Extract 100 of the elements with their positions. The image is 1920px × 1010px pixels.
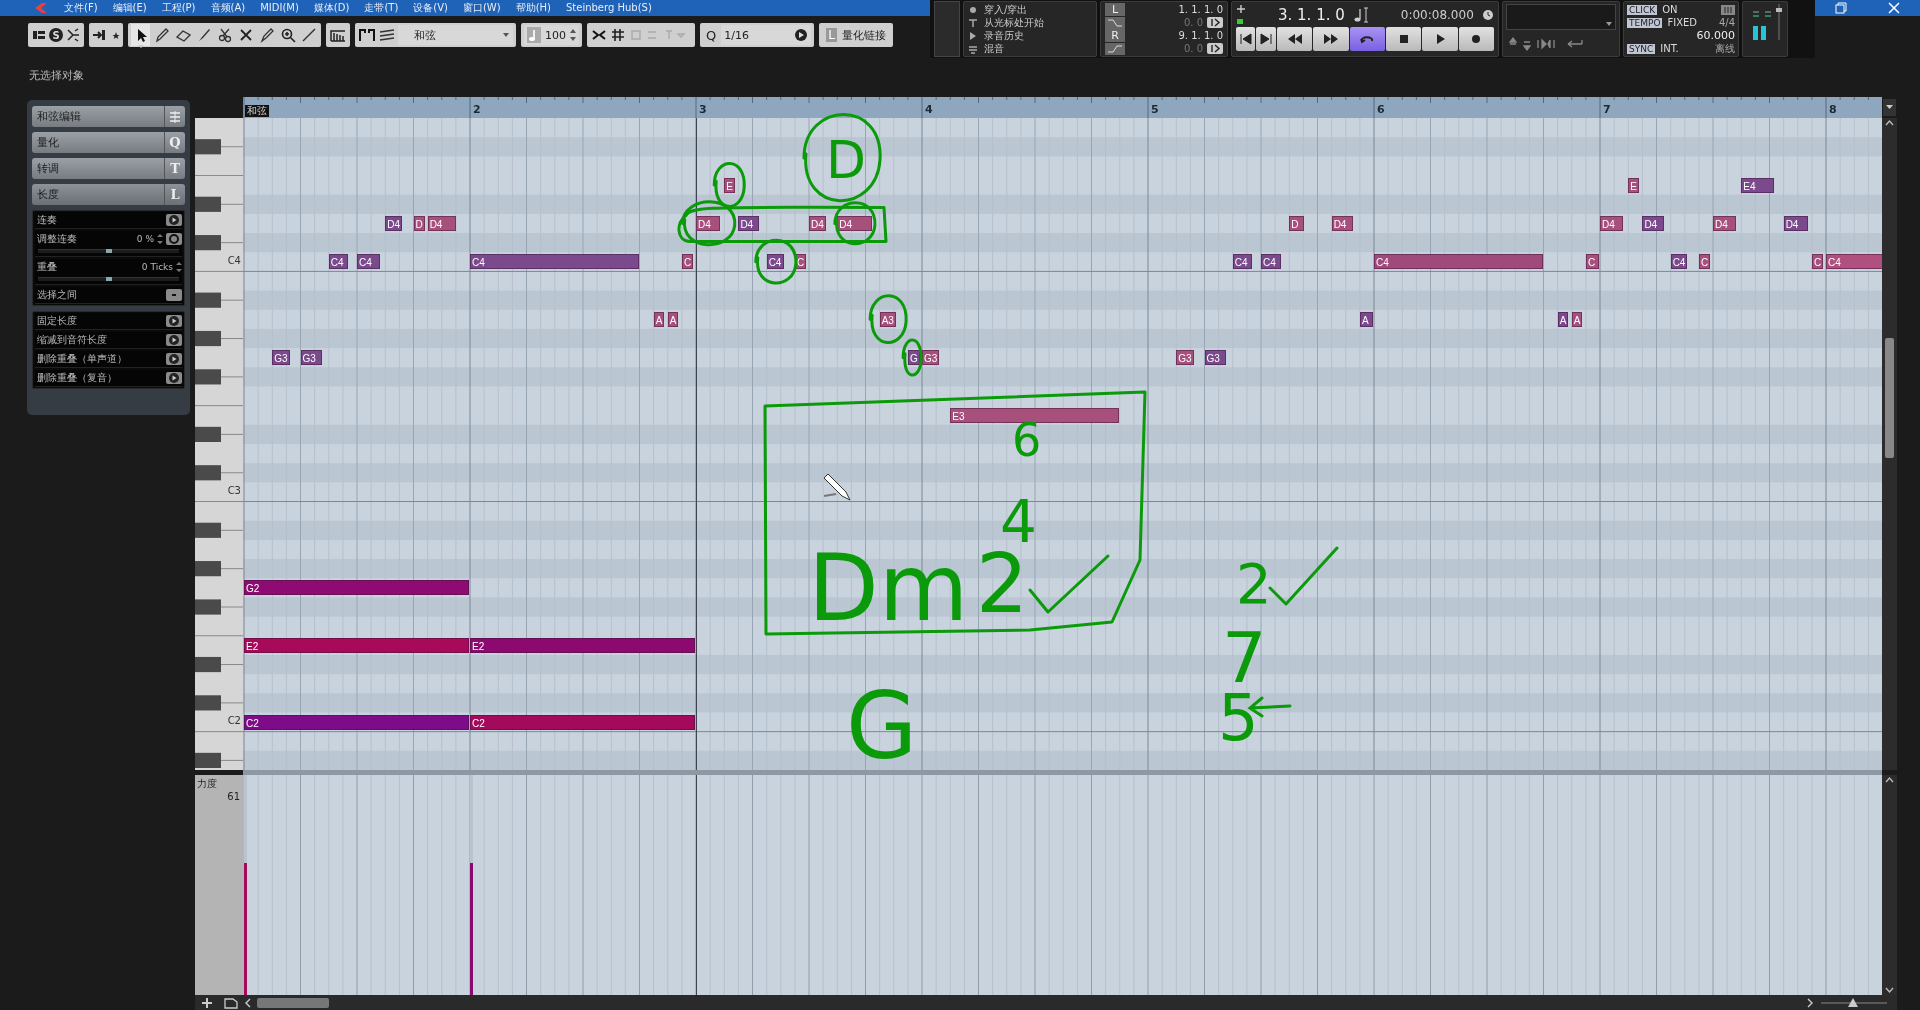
spin-arrows-icon[interactable]	[157, 233, 163, 245]
sharp-key[interactable]	[195, 369, 221, 385]
apply-button[interactable]	[166, 372, 182, 384]
locator-offset[interactable]: 0. 0	[1129, 43, 1203, 54]
transport-label-button[interactable]: CLICK	[1627, 4, 1658, 15]
midi-note[interactable]: G2	[244, 580, 469, 596]
menu-item[interactable]: MIDI(M)	[254, 0, 308, 16]
menu-item[interactable]: 窗口(W)	[456, 0, 510, 16]
midi-note[interactable]: G3	[300, 350, 323, 366]
close-icon[interactable]	[1887, 2, 1900, 14]
scroll-up-icon[interactable]	[1883, 118, 1896, 128]
inspector-section-header[interactable]: 量化 Q	[32, 132, 185, 153]
toggle-button[interactable]	[166, 289, 182, 301]
marker-dropdown[interactable]	[1506, 4, 1616, 30]
mix-icon[interactable]	[968, 43, 978, 54]
menu-item[interactable]: 工程(P)	[155, 0, 205, 16]
scrollbar-thumb[interactable]	[1885, 338, 1894, 458]
value-field[interactable]: 0 Ticks	[141, 262, 173, 272]
sharp-key[interactable]	[195, 139, 221, 155]
quantize-link-button[interactable]: L 量化链接	[822, 25, 890, 45]
midi-note[interactable]: C4	[1374, 254, 1543, 270]
feedback-icon[interactable]	[65, 27, 81, 43]
transport-button[interactable]	[1422, 27, 1458, 51]
ramp-down-icon[interactable]	[1105, 16, 1125, 29]
sharp-key[interactable]	[195, 426, 221, 442]
sharp-key[interactable]	[195, 292, 221, 308]
apply-button[interactable]	[166, 214, 182, 226]
locator-offset[interactable]: 0. 0	[1129, 17, 1203, 28]
spin-arrows-icon[interactable]	[176, 261, 182, 273]
piano-keyboard[interactable]: C4 C3 C2	[195, 118, 243, 770]
punch-icon[interactable]	[968, 4, 978, 15]
menu-item[interactable]: 音频(A)	[204, 0, 255, 16]
locator-key[interactable]: L	[1105, 3, 1125, 16]
transport-button[interactable]	[1385, 27, 1422, 51]
midi-note[interactable]: E	[724, 177, 735, 193]
apply-button[interactable]	[166, 315, 182, 327]
midi-note[interactable]: C4	[357, 254, 380, 270]
transport-label-button[interactable]: TEMPO	[1627, 17, 1663, 28]
menu-item[interactable]: Steinberg Hub(S)	[560, 0, 661, 16]
midi-note[interactable]: E	[1628, 177, 1639, 193]
value-field[interactable]: 0 %	[136, 234, 154, 244]
menu-item[interactable]: 设备(V)	[407, 0, 457, 16]
apply-button[interactable]	[166, 334, 182, 346]
scroll-down-icon[interactable]	[1883, 985, 1896, 995]
transport-option[interactable]: 穿入/穿出	[984, 2, 1028, 17]
plus-minus-icon[interactable]	[1236, 4, 1246, 26]
tool-button[interactable]	[131, 24, 150, 46]
transport-button[interactable]	[1313, 27, 1349, 51]
locator-position[interactable]: 9. 1. 1. 0	[1129, 30, 1223, 41]
transport-button[interactable]	[1349, 27, 1385, 51]
toggle-icon[interactable]	[1207, 43, 1223, 54]
metronome-icon[interactable]	[1721, 4, 1735, 15]
transport-option[interactable]: 混音	[984, 41, 1004, 56]
vertical-scrollbar[interactable]	[1882, 775, 1897, 995]
note-grid[interactable]	[243, 118, 1882, 770]
gear-button[interactable]	[166, 233, 182, 245]
transport-button[interactable]	[1236, 27, 1256, 51]
inspector-section-header[interactable]: 长度 L	[32, 184, 185, 205]
locator-key[interactable]: R	[1105, 29, 1125, 42]
menu-item[interactable]: 媒体(D)	[307, 0, 359, 16]
timeline-ruler[interactable]: 和弦 2 3 4 5 6 7 8	[243, 97, 1882, 118]
sharp-key[interactable]	[195, 196, 221, 212]
midi-note[interactable]: A	[653, 311, 665, 327]
midi-note[interactable]: G3	[1204, 350, 1227, 366]
midi-note[interactable]: G3	[1176, 350, 1194, 366]
lane-presets-icon[interactable]	[222, 995, 239, 1010]
midi-note[interactable]: A	[1571, 311, 1583, 327]
midi-note[interactable]: G3	[272, 350, 290, 366]
transport-label-button[interactable]: SYNC	[1627, 43, 1656, 54]
sharp-key[interactable]	[195, 465, 221, 481]
solo-button[interactable]: S	[49, 28, 63, 42]
transport-option[interactable]: 从光标处开始	[984, 15, 1044, 30]
midi-note[interactable]: C4	[1261, 254, 1282, 270]
quantize-dropdown[interactable]: 1/16	[721, 25, 812, 45]
midi-note[interactable]: G3	[922, 350, 940, 366]
sharp-key[interactable]	[195, 656, 221, 673]
transport-button[interactable]	[1458, 27, 1495, 51]
scrollbar-thumb[interactable]	[257, 997, 329, 1008]
midi-note[interactable]: A	[667, 311, 679, 327]
chord-mode-dropdown[interactable]: 和弦	[398, 25, 513, 45]
restore-window-icon[interactable]	[1835, 2, 1848, 14]
lines-icon[interactable]	[378, 27, 396, 43]
transport-button[interactable]	[1256, 27, 1276, 51]
scroll-up-icon[interactable]	[1883, 775, 1896, 785]
toggle-icon[interactable]	[1207, 17, 1223, 28]
apply-button[interactable]	[166, 353, 182, 365]
sharp-key[interactable]	[195, 522, 221, 538]
menu-item[interactable]: 编辑(E)	[106, 0, 156, 16]
slider-thumb[interactable]	[105, 249, 112, 253]
vertical-scrollbar[interactable]	[1882, 118, 1897, 770]
sharp-key[interactable]	[195, 330, 221, 347]
inspector-section-header[interactable]: 转调 T	[32, 158, 185, 179]
add-lane-icon[interactable]	[199, 995, 214, 1010]
transport-option[interactable]: 录音历史	[984, 28, 1024, 43]
midi-note[interactable]: D	[413, 215, 425, 231]
sharp-key[interactable]	[195, 235, 221, 251]
locator-position[interactable]: 1. 1. 1. 0	[1129, 4, 1223, 15]
slider-thumb[interactable]	[105, 277, 112, 281]
snap-icon[interactable]	[358, 27, 376, 43]
sharp-key[interactable]	[195, 695, 221, 711]
